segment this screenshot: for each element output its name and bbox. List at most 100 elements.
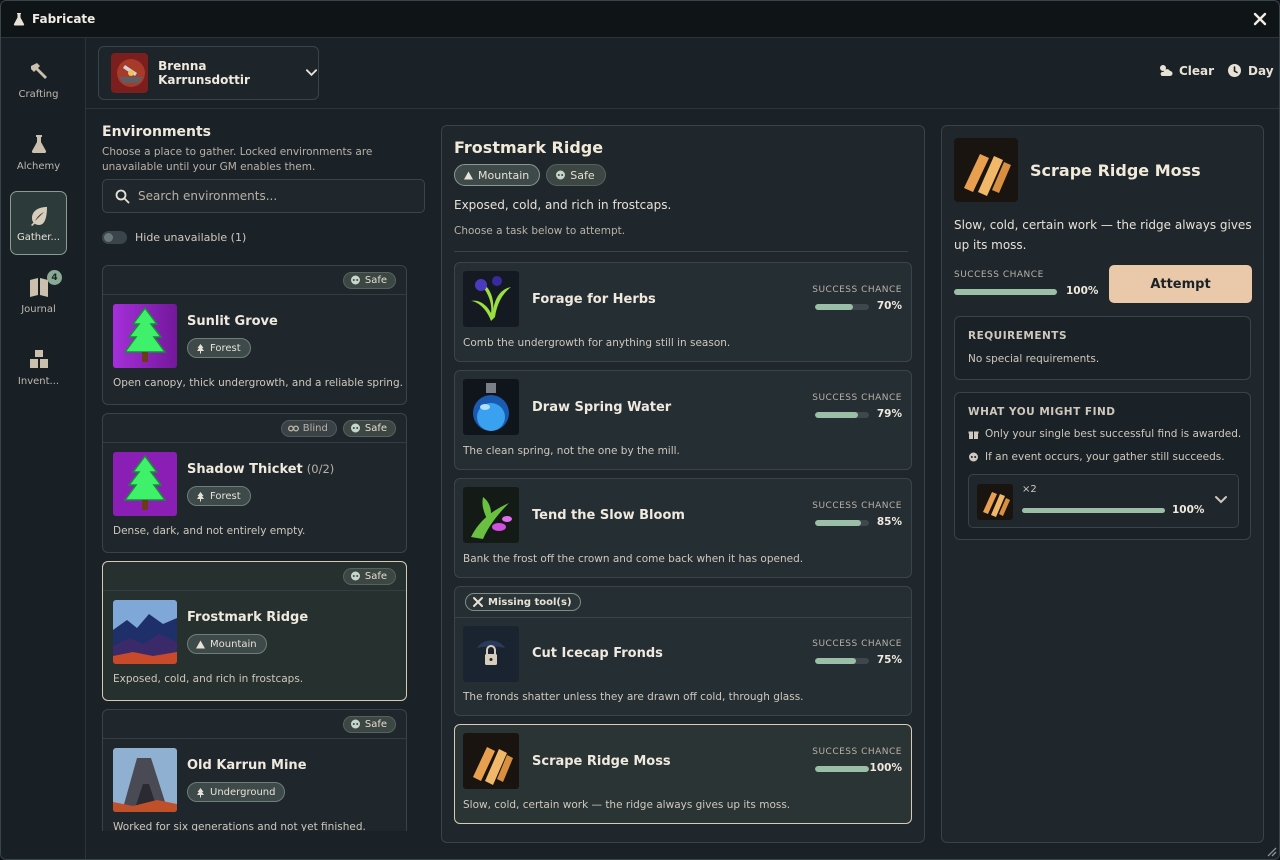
possible-finds-title: WHAT YOU MIGHT FIND (968, 406, 1116, 418)
missing-tools-badge: Missing tool(s) (465, 593, 581, 611)
flask-icon (13, 13, 25, 26)
success-chance-bar (815, 412, 869, 418)
success-chance-value: 75% (876, 654, 902, 666)
skull-icon (350, 423, 360, 432)
forest-thumbnail (113, 452, 177, 516)
mountain-icon (196, 640, 205, 648)
success-chance-bar (815, 766, 869, 772)
attempt-button[interactable]: Attempt (1109, 265, 1252, 303)
mountain-thumbnail (113, 600, 177, 664)
environment-card-sunlit-grove[interactable]: Safe Sunlit Grove Forest Open canopy, th… (102, 265, 407, 405)
blind-badge: Blind (280, 419, 337, 437)
bloom-thumbnail (463, 487, 519, 543)
environment-count: (0/2) (306, 462, 335, 476)
card-tags: Blind Safe (103, 414, 406, 443)
environment-name: Frostmark Ridge (187, 610, 309, 625)
time-label: Day (1248, 63, 1274, 78)
nav-item-journal[interactable]: Journal 4 (10, 263, 67, 327)
environment-name: Sunlit Grove (187, 314, 278, 329)
environment-description: Open canopy, thick undergrowth, and a re… (113, 377, 403, 389)
nav-label: Alchemy (16, 161, 61, 172)
environment-description: Worked for six generations and not yet f… (113, 821, 366, 831)
environment-name: Shadow Thicket (0/2) (187, 462, 335, 477)
app-window: Fabricate Crafting Alchemy Gather... Jou… (0, 0, 1280, 860)
success-chance-fill (815, 304, 853, 310)
terrain-badge: Mountain (187, 634, 267, 654)
search-box (102, 179, 425, 213)
journal-badge: 4 (47, 270, 62, 285)
nav-item-crafting[interactable]: Crafting (10, 48, 67, 112)
task-detail-panel: Scrape Ridge Moss Slow, cold, certain wo… (941, 125, 1264, 843)
success-chance-value: 100% (869, 762, 902, 774)
close-icon[interactable] (1251, 10, 1269, 28)
moss-thumbnail (977, 484, 1013, 520)
task-description: The fronds shatter unless they are drawn… (463, 691, 804, 703)
hammer-icon (30, 63, 47, 79)
tree-icon (197, 491, 204, 501)
task-name: Forage for Herbs (532, 292, 656, 307)
requirements-text: No special requirements. (968, 353, 1100, 365)
boxes-icon (29, 350, 48, 368)
hide-unavailable-label: Hide unavailable (1) (135, 231, 247, 244)
resize-handle-icon[interactable] (1265, 845, 1277, 857)
flask-icon (31, 135, 46, 153)
task-card-draw-spring-water[interactable]: Draw Spring Water SUCCESS CHANCE 79% The… (454, 370, 912, 470)
terrain-badge: Mountain (454, 164, 541, 186)
loot-chance-bar (1022, 508, 1165, 513)
hide-unavailable-toggle[interactable] (102, 231, 127, 244)
requirements-title: REQUIREMENTS (968, 330, 1068, 342)
task-card-scrape-ridge-moss[interactable]: Scrape Ridge Moss SUCCESS CHANCE 100% Sl… (454, 724, 912, 824)
moss-thumbnail (954, 138, 1018, 202)
herbs-thumbnail (463, 271, 519, 327)
tree-icon (197, 787, 204, 797)
mountain-icon (464, 171, 473, 179)
search-input[interactable] (138, 189, 408, 203)
weather-indicator[interactable]: Clear (1158, 63, 1214, 78)
task-description: Comb the undergrowth for anything still … (463, 337, 731, 349)
success-chance-fill (815, 766, 869, 772)
task-card-cut-icecap-fronds[interactable]: Missing tool(s) Cut Icecap Fronds SUCCES… (454, 586, 912, 716)
loot-item[interactable]: ×2 100% (968, 474, 1239, 528)
water-flask-thumbnail (463, 379, 519, 435)
skull-icon (350, 275, 360, 284)
time-indicator[interactable]: Day (1227, 63, 1274, 78)
success-chance-value: 100% (1066, 285, 1099, 297)
environment-card-frostmark-ridge[interactable]: Safe Frostmark Ridge Mountain Exposed, c… (102, 561, 407, 701)
loot-quantity: ×2 (1022, 484, 1037, 495)
gift-icon (968, 431, 979, 439)
clock-icon (1228, 64, 1241, 77)
chevron-down-icon (305, 69, 318, 77)
divider (455, 617, 911, 618)
task-card-tend-the-slow-bloom[interactable]: Tend the Slow Bloom SUCCESS CHANCE 85% B… (454, 478, 912, 578)
terrain-badge: Forest (187, 338, 251, 358)
chevron-down-icon[interactable] (1214, 493, 1228, 507)
task-card-forage-for-herbs[interactable]: Forage for Herbs SUCCESS CHANCE 70% Comb… (454, 262, 912, 362)
nav-label: Journal (21, 304, 56, 315)
card-tags: Safe (103, 562, 406, 591)
forest-thumbnail (113, 304, 177, 368)
success-chance-fill (815, 658, 856, 664)
skull-icon (350, 571, 360, 580)
location-tags: Mountain Safe (454, 164, 606, 186)
hide-unavailable-row: Hide unavailable (1) (102, 231, 246, 244)
success-chance-value: 85% (876, 516, 902, 528)
nav-item-alchemy[interactable]: Alchemy (10, 120, 67, 184)
task-description: Bank the frost off the crown and come ba… (463, 553, 804, 565)
task-name: Cut Icecap Fronds (532, 646, 663, 661)
search-icon (115, 189, 130, 203)
terrain-badge: Forest (187, 486, 251, 506)
safe-badge: Safe (546, 164, 606, 186)
success-chance-bar (815, 520, 869, 526)
safe-badge: Safe (342, 419, 396, 437)
nav-item-gathering[interactable]: Gather... (10, 191, 67, 255)
cave-thumbnail (113, 748, 177, 812)
environments-title: Environments (102, 124, 212, 140)
environment-card-old-karrun-mine[interactable]: Safe Old Karrun Mine Underground Worked … (102, 709, 407, 831)
actor-name: Brenna Karrunsdottir (158, 59, 250, 87)
actor-selector[interactable]: Brenna Karrunsdottir (98, 46, 319, 100)
success-chance-label: SUCCESS CHANCE (812, 393, 902, 403)
environment-card-shadow-thicket[interactable]: Blind Safe Shadow Thicket (0/2) Forest De… (102, 413, 407, 553)
task-name: Draw Spring Water (532, 400, 672, 415)
success-chance-label: SUCCESS CHANCE (812, 747, 902, 757)
nav-item-inventory[interactable]: Invent... (10, 335, 67, 399)
